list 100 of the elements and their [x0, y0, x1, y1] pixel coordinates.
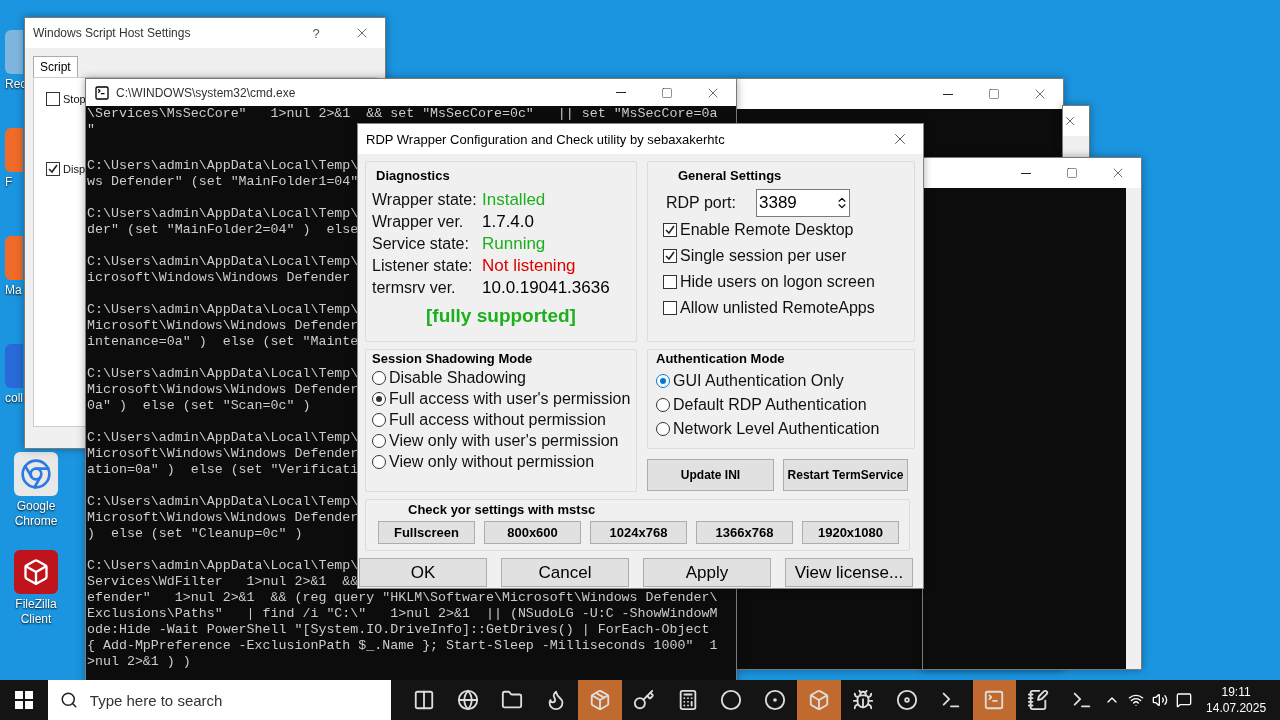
console-line: C:\Users\admin\AppData\Local\Temp\ [87, 158, 359, 174]
resolution-button[interactable]: 1366x768 [696, 521, 793, 544]
console-line: Exclusions\Paths" | find /i "C:\" 1>nul 2>&1 || (NSudoLG -U:C -ShowWindowM [87, 606, 718, 622]
option-label: Full access with user's permission [389, 390, 631, 408]
option-label: Disable Shadowing [389, 369, 526, 387]
option-label: Enable Remote Desktop [680, 221, 854, 239]
radio-button[interactable] [372, 434, 386, 448]
dot-circle-icon [764, 689, 787, 711]
checkbox[interactable] [663, 275, 677, 289]
field-label: RDP port: [666, 194, 737, 212]
message-icon [1176, 692, 1193, 708]
radio-button[interactable] [656, 422, 670, 436]
resolution-button[interactable]: 800x600 [484, 521, 581, 544]
app-tile[interactable] [5, 128, 23, 172]
circle-icon [720, 689, 743, 711]
console-line: icrosoft\Windows\Windows Defender [87, 270, 351, 286]
window-title: RDP Wrapper Configuration and Check utility by sebaxakerhtc [366, 131, 726, 147]
checkbox[interactable] [663, 249, 677, 263]
console-line: C:\Users\admin\AppData\Local\Temp\ [87, 494, 359, 510]
field-label: Listener state: [372, 257, 474, 275]
service-button[interactable]: Update INI [647, 459, 774, 491]
box-icon [808, 689, 831, 711]
app-tile[interactable] [5, 344, 23, 388]
console-line: Microsoft\Windows\Windows Defender [87, 510, 359, 526]
field-value: Installed [482, 190, 546, 210]
group-title: Session Shadowing Mode [372, 351, 534, 366]
field-value: Running [482, 234, 546, 254]
service-button[interactable]: Restart TermService [783, 459, 908, 491]
option-label: Default RDP Authentication [673, 396, 867, 414]
radio-button[interactable] [656, 398, 670, 412]
window-title: Windows Script Host Settings [33, 26, 192, 40]
icon-label: coll [5, 391, 23, 406]
search-box[interactable]: Type here to search [47, 680, 391, 720]
app-tile[interactable] [14, 452, 58, 496]
option-label: Disp [63, 163, 85, 175]
console-line: der" (set "MainFolder2=04" ) else [87, 222, 359, 238]
taskbar-app[interactable] [577, 680, 622, 720]
resolution-button[interactable]: 1024x768 [590, 521, 687, 544]
radio-button[interactable] [372, 392, 386, 406]
field-value: 10.0.19041.3636 [482, 278, 610, 298]
taskbar-app[interactable] [972, 680, 1017, 720]
bug-icon [851, 689, 874, 711]
checkbox[interactable] [46, 92, 60, 106]
checkbox[interactable] [663, 301, 677, 315]
port-field[interactable]: 3389 [756, 189, 850, 217]
volume-icon [1152, 692, 1169, 708]
search-icon [59, 691, 78, 709]
console-line: C:\Users\admin\AppData\Local\Temp\ [87, 302, 359, 318]
radio-button[interactable] [372, 455, 386, 469]
icon-label: FileZilla Client [14, 597, 58, 627]
console-line: C:\Users\admin\AppData\Local\Temp\ [87, 430, 359, 446]
minimize-icon [943, 93, 953, 95]
console-line: C:\Users\admin\AppData\Local\Temp\ [87, 254, 359, 270]
console-line: >nul 2>&1 ) ) [87, 654, 191, 670]
app-tile[interactable] [5, 236, 23, 280]
radio-button[interactable] [372, 413, 386, 427]
group-title: Diagnostics [376, 168, 451, 183]
clock-time: 19:11 [1221, 684, 1251, 700]
checkbox[interactable] [46, 162, 60, 176]
terminal-icon [983, 689, 1006, 711]
console-line: C:\Users\admin\AppData\Local\Temp\ [87, 206, 359, 222]
console-line: intenance=0a" ) else (set "Mainte [87, 334, 359, 350]
scrollbar[interactable] [1126, 188, 1141, 669]
dialog-button[interactable]: Cancel [501, 558, 629, 587]
dialog-button[interactable]: View license... [785, 558, 913, 587]
dialog-button[interactable]: Apply [643, 558, 771, 587]
notebook-icon [1027, 689, 1050, 711]
minimize-icon [1021, 172, 1031, 174]
console-line: { Add-MpPreference -ExclusionPath $_.Name }; Start-Sleep -Milliseconds 1000" 1 [87, 638, 718, 654]
console-line: ation=0a" ) else (set "Verificati [87, 462, 359, 478]
disc-icon [895, 689, 918, 711]
option-label: Hide users on logon screen [680, 273, 875, 291]
icon-label: F [5, 175, 13, 190]
resolution-button[interactable]: Fullscreen [378, 521, 475, 544]
dialog-button[interactable]: OK [359, 558, 487, 587]
support-status: [fully supported] [426, 305, 576, 327]
key-icon [632, 689, 655, 711]
app-tile[interactable] [14, 550, 58, 594]
minimize-icon [616, 92, 626, 93]
resolution-button[interactable]: 1920x1080 [802, 521, 899, 544]
box-icon [22, 558, 50, 586]
icon-label: Google Chrome [13, 499, 59, 529]
maximize-icon [988, 88, 1000, 100]
radio-button[interactable] [656, 374, 670, 388]
clock-date: 14.07.2025 [1206, 700, 1267, 716]
radio-button[interactable] [372, 371, 386, 385]
console-line: ) else (set "Cleanup=0c" ) [87, 526, 303, 542]
field-label: Wrapper ver. [372, 213, 465, 231]
field-label: Wrapper state: [372, 191, 478, 209]
search-field[interactable]: Type here to search [87, 690, 391, 710]
icon-label: Ma [5, 283, 22, 298]
app-tile[interactable] [5, 30, 23, 74]
checkbox[interactable] [663, 223, 677, 237]
console-line: 0a" ) else (set "Scan=0c" ) [87, 398, 311, 414]
group-title: Check yor settings with mstsc [408, 502, 597, 517]
help-button[interactable]: ? [293, 25, 339, 41]
windows-icon [14, 691, 33, 709]
close-icon[interactable] [1063, 114, 1077, 128]
tab[interactable]: Script [33, 56, 78, 77]
window-title: C:\WINDOWS\system32\cmd.exe [116, 85, 297, 100]
